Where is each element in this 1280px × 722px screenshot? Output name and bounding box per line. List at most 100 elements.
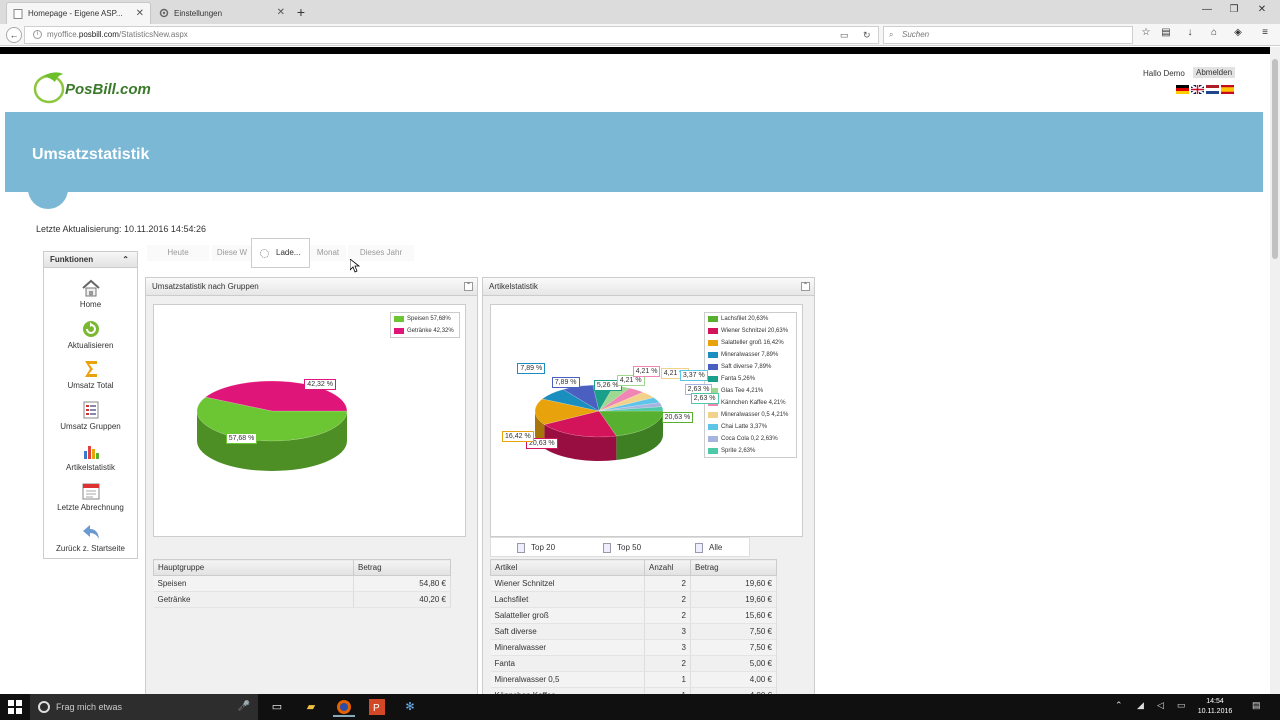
snowflake-app-icon[interactable]: ✻ <box>399 697 421 717</box>
info-icon[interactable]: i <box>33 30 42 39</box>
table-row[interactable]: Mineralwasser 3 7,50 € <box>490 639 777 656</box>
column-header[interactable]: Anzahl <box>644 559 691 576</box>
legend-item[interactable]: Sprite 2,63% <box>705 445 796 457</box>
search-input[interactable]: ⌕ Suchen <box>883 26 1133 44</box>
legend-item[interactable]: Getränke 42,32% <box>391 325 459 337</box>
legend-item[interactable]: Saft diverse 7,89% <box>705 361 796 373</box>
sidebar-header[interactable]: Funktionen ⌃ <box>44 252 137 268</box>
bookmark-star-icon[interactable]: ☆ <box>1139 27 1153 41</box>
table-row[interactable]: Wiener Schnitzel 2 19,60 € <box>490 575 777 592</box>
cortana-search[interactable]: Frag mich etwas 🎤 <box>30 694 258 720</box>
panel-collapse-icon[interactable]: ⌃ <box>464 282 473 291</box>
legend-item[interactable]: Speisen 57,68% <box>391 313 459 325</box>
filter-all[interactable]: Alle <box>695 539 722 557</box>
legend-item[interactable]: Mineralwasser 7,89% <box>705 349 796 361</box>
scrollbar[interactable] <box>1270 47 1280 694</box>
tray-chevron-icon[interactable]: ⌃ <box>1115 700 1123 711</box>
powerpoint-icon[interactable]: P <box>366 697 388 717</box>
cell-amount: 7,50 € <box>690 623 777 640</box>
table-row[interactable]: Saft diverse 3 7,50 € <box>490 623 777 640</box>
legend-item[interactable]: Glas Tee 4,21% <box>705 385 796 397</box>
period-today-button[interactable]: Heute <box>147 245 209 261</box>
sidebar-item-refresh[interactable]: Aktualisieren <box>44 319 137 350</box>
filter-top50[interactable]: Top 50 <box>603 539 641 557</box>
legend-item[interactable]: Salatteller groß 16,42% <box>705 337 796 349</box>
menu-icon[interactable]: ≡ <box>1258 27 1272 41</box>
cell-count: 1 <box>644 671 691 688</box>
home-browser-icon[interactable]: ⌂ <box>1207 27 1221 41</box>
table-row[interactable]: Lachsfilet 2 19,60 € <box>490 591 777 608</box>
sidebar-item-back[interactable]: Zurück z. Startseite <box>44 522 137 553</box>
browser-nav-bar: ← i myoffice.posbill.com/StatisticsNew.a… <box>0 24 1280 46</box>
window-close-button[interactable]: ✕ <box>1252 4 1272 18</box>
table-row[interactable]: Mineralwasser 0,5 1 4,00 € <box>490 671 777 688</box>
library-icon[interactable]: ▤ <box>1159 27 1173 41</box>
legend-item[interactable]: Wiener Schnitzel 20,63% <box>705 325 796 337</box>
column-header[interactable]: Betrag <box>353 559 451 576</box>
period-week-button[interactable]: Diese W <box>212 245 252 261</box>
url-text: myoffice.posbill.com/StatisticsNew.aspx <box>47 30 188 39</box>
close-icon[interactable]: ✕ <box>277 7 285 18</box>
tab-einstellungen[interactable]: Einstellungen ✕ <box>153 2 291 24</box>
new-tab-button[interactable]: + <box>293 4 309 20</box>
flag-de-icon[interactable] <box>1176 85 1189 94</box>
task-view-icon[interactable]: ▭ <box>266 697 288 717</box>
reload-icon[interactable]: ↻ <box>863 27 871 43</box>
table-row[interactable]: Salatteller groß 2 15,60 € <box>490 607 777 624</box>
flag-nl-icon[interactable] <box>1206 85 1219 94</box>
cell-article: Wiener Schnitzel <box>490 575 645 592</box>
sidebar-item-articles[interactable]: Artikelstatistik <box>44 441 137 472</box>
legend-item[interactable]: Mineralwasser 0,5 4,21% <box>705 409 796 421</box>
panel-collapse-icon[interactable]: ⌃ <box>801 282 810 291</box>
legend-swatch <box>708 328 718 334</box>
pocket-icon[interactable]: ◈ <box>1231 27 1245 41</box>
table-row[interactable]: Fanta 2 5,00 € <box>490 655 777 672</box>
sidebar-item-groups[interactable]: Umsatz Gruppen <box>44 400 137 431</box>
column-header[interactable]: Hauptgruppe <box>153 559 354 576</box>
filter-top20[interactable]: Top 20 <box>517 539 555 557</box>
scrollbar-thumb[interactable] <box>1272 59 1278 259</box>
network-icon[interactable]: ◢ <box>1137 700 1144 711</box>
back-button[interactable]: ← <box>6 27 22 43</box>
file-explorer-icon[interactable]: ▰ <box>300 697 322 717</box>
download-icon[interactable]: ↓ <box>1183 27 1197 41</box>
legend-item[interactable]: Lachsfilet 20,63% <box>705 313 796 325</box>
address-bar[interactable]: i myoffice.posbill.com/StatisticsNew.asp… <box>24 26 879 44</box>
minimize-button[interactable]: — <box>1197 4 1217 18</box>
table-row[interactable]: Getränke 40,20 € <box>153 591 451 608</box>
search-icon: ⌕ <box>889 30 894 39</box>
firefox-icon[interactable] <box>333 697 355 717</box>
column-header[interactable]: Betrag <box>690 559 777 576</box>
article-statistics-panel: Artikelstatistik ⌃ Lachsfilet 20,63% Wien… <box>482 277 815 694</box>
notifications-icon[interactable]: ▤ <box>1252 700 1261 711</box>
table-row[interactable]: Speisen 54,80 € <box>153 575 451 592</box>
sidebar-item-total[interactable]: Umsatz Total <box>44 359 137 390</box>
volume-icon[interactable]: ◁ <box>1157 700 1164 711</box>
system-clock[interactable]: 14:54 10.11.2016 <box>1195 697 1235 717</box>
article-chart-legend: Lachsfilet 20,63% Wiener Schnitzel 20,63%… <box>704 312 797 458</box>
tab-homepage[interactable]: Homepage - Eigene ASP... ✕ <box>6 2 151 24</box>
flag-es-icon[interactable] <box>1221 85 1234 94</box>
collapse-icon[interactable]: ⌃ <box>122 252 129 268</box>
legend-item[interactable]: Chai Latte 3,37% <box>705 421 796 433</box>
column-header[interactable]: Artikel <box>490 559 645 576</box>
logout-button[interactable]: Abmelden <box>1193 67 1236 78</box>
cell-amount: 19,60 € <box>690 575 777 592</box>
legend-item[interactable]: Kännchen Kaffee 4,21% <box>705 397 796 409</box>
microphone-icon[interactable]: 🎤 <box>238 694 250 720</box>
page-icon <box>13 8 23 19</box>
period-month-button[interactable]: Monat <box>310 245 346 261</box>
reader-view-icon[interactable]: ▭ <box>840 27 849 43</box>
close-icon[interactable]: ✕ <box>136 8 144 19</box>
sidebar-item-home[interactable]: Home <box>44 278 137 309</box>
logo[interactable]: PosBill.com <box>33 68 151 106</box>
sidebar-item-last-billing[interactable]: Letzte Abrechnung <box>44 481 137 512</box>
legend-item[interactable]: Coca Cola 0,2 2,63% <box>705 433 796 445</box>
windows-start-icon[interactable] <box>8 700 22 714</box>
restore-button[interactable]: ❐ <box>1224 4 1244 18</box>
keyboard-icon[interactable]: ▭ <box>1177 700 1186 711</box>
legend-item[interactable]: Fanta 5,26% <box>705 373 796 385</box>
flag-uk-icon[interactable] <box>1191 85 1204 94</box>
panel-header: Umsatzstatistik nach Gruppen <box>146 278 477 296</box>
filter-bar: Top 20 Top 50 Alle <box>490 537 750 557</box>
